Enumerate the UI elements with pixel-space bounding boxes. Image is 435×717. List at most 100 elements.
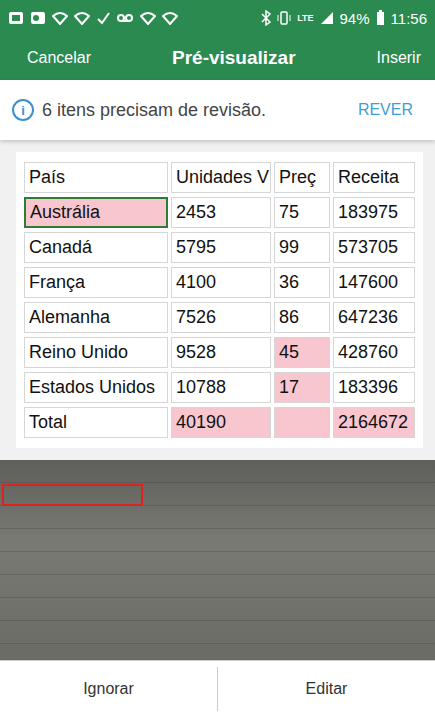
cell-fill: 9528 (172, 338, 270, 367)
table-cell[interactable]: França (24, 267, 168, 298)
table-cell[interactable]: 2453 (171, 197, 271, 228)
header-title: Pré-visualizar (172, 47, 296, 69)
table-grid: País Unidades V Preç Receita Austrália 2453 75… (24, 162, 415, 438)
cell-text: Canadá (29, 237, 92, 258)
column-header-text: Preç (279, 167, 316, 188)
table-cell[interactable]: 7526 (171, 302, 271, 333)
outlook-icon (30, 11, 46, 25)
cell-fill: 17 (275, 373, 329, 402)
preview-table: País Unidades V Preç Receita Austrália 2453 75… (16, 152, 423, 448)
cell-fill: 40190 (172, 408, 270, 437)
cell-text: 573705 (338, 237, 398, 258)
signal-icon (320, 11, 334, 25)
edit-button[interactable]: Editar (218, 661, 435, 717)
cell-text: 2164672 (338, 412, 408, 433)
column-header-text: País (29, 167, 65, 188)
voicemail-icon (116, 11, 134, 25)
cell-text: 147600 (338, 272, 398, 293)
network-type: LTE (297, 13, 313, 23)
battery-icon (376, 10, 385, 26)
review-button[interactable]: REVER (358, 101, 413, 119)
cell-text: 428760 (338, 342, 398, 363)
table-cell[interactable]: 573705 (333, 232, 415, 263)
cell-fill: 647236 (334, 303, 414, 332)
cell-text: 2453 (176, 202, 216, 223)
column-header: Unidades V (171, 162, 271, 193)
cancel-button[interactable]: Cancelar (27, 49, 91, 67)
cell-fill: Reino Unido (25, 338, 167, 367)
table-cell[interactable]: 4100 (171, 267, 271, 298)
cell-fill: 147600 (334, 268, 414, 297)
cell-text: 647236 (338, 307, 398, 328)
cell-fill: 75 (275, 198, 329, 227)
table-cell[interactable]: 40190 (171, 407, 271, 438)
cell-text: 45 (279, 342, 299, 363)
cell-text: Reino Unido (29, 342, 128, 363)
table-cell[interactable]: 17 (274, 372, 330, 403)
cell-text: 86 (279, 307, 299, 328)
column-header-text: Unidades V (176, 167, 269, 188)
cell-text: 7526 (176, 307, 216, 328)
cell-text: 17 (279, 377, 299, 398)
table-cell[interactable]: 86 (274, 302, 330, 333)
table-cell[interactable]: 45 (274, 337, 330, 368)
column-header: Receita (333, 162, 415, 193)
review-message: 6 itens precisam de revisão. (42, 100, 350, 121)
preview-area: País Unidades V Preç Receita Austrália 2453 75… (0, 140, 435, 460)
cell-fill: 183396 (334, 373, 414, 402)
cell-fill: 573705 (334, 233, 414, 262)
cell-fill (275, 408, 329, 437)
cell-fill: 4100 (172, 268, 270, 297)
cell-text: 99 (279, 237, 299, 258)
cell-fill: 2453 (172, 198, 270, 227)
battery-level: 94% (340, 10, 370, 27)
app-notification-icon (8, 11, 24, 25)
column-header: Preç (274, 162, 330, 193)
table-cell[interactable]: 5795 (171, 232, 271, 263)
info-icon: i (12, 99, 34, 121)
table-cell[interactable] (274, 407, 330, 438)
wifi-icon (140, 11, 156, 25)
cell-fill: 36 (275, 268, 329, 297)
table-cell[interactable]: 183975 (333, 197, 415, 228)
wifi-icon (162, 11, 178, 25)
divider (217, 667, 218, 711)
cell-fill: 86 (275, 303, 329, 332)
cell-fill: 2164672 (334, 408, 414, 437)
table-cell[interactable]: 147600 (333, 267, 415, 298)
table-cell[interactable]: Alemanha (24, 302, 168, 333)
wifi-icon (52, 11, 68, 25)
table-cell[interactable]: 2164672 (333, 407, 415, 438)
cell-fill: Total (25, 408, 167, 437)
cell-text: França (29, 272, 85, 293)
cell-text: 75 (279, 202, 299, 223)
table-cell[interactable]: 183396 (333, 372, 415, 403)
action-bar: IgnorarEditar (0, 660, 435, 717)
table-cell[interactable]: Austrália (24, 197, 168, 228)
vibrate-icon (277, 10, 291, 26)
table-cell[interactable]: 75 (274, 197, 330, 228)
table-cell[interactable]: 36 (274, 267, 330, 298)
table-cell[interactable]: 9528 (171, 337, 271, 368)
cell-text: 5795 (176, 237, 216, 258)
table-cell[interactable]: Estados Unidos (24, 372, 168, 403)
table-cell[interactable]: 647236 (333, 302, 415, 333)
cell-fill: Canadá (25, 233, 167, 262)
cell-text: Total (29, 412, 67, 433)
table-cell[interactable]: 99 (274, 232, 330, 263)
cell-fill: Estados Unidos (25, 373, 167, 402)
cell-text: 36 (279, 272, 299, 293)
column-header-text: Receita (338, 167, 399, 188)
table-cell[interactable]: Reino Unido (24, 337, 168, 368)
ignore-button[interactable]: Ignorar (0, 661, 217, 717)
table-cell[interactable]: 428760 (333, 337, 415, 368)
cell-fill: Alemanha (25, 303, 167, 332)
table-cell[interactable]: 10788 (171, 372, 271, 403)
cell-fill: 428760 (334, 338, 414, 367)
cell-text: Estados Unidos (29, 377, 155, 398)
status-bar: LTE94%11:56 (0, 0, 435, 36)
insert-button[interactable]: Inserir (377, 49, 421, 67)
cell-text: 183396 (338, 377, 398, 398)
table-cell[interactable]: Canadá (24, 232, 168, 263)
table-cell[interactable]: Total (24, 407, 168, 438)
